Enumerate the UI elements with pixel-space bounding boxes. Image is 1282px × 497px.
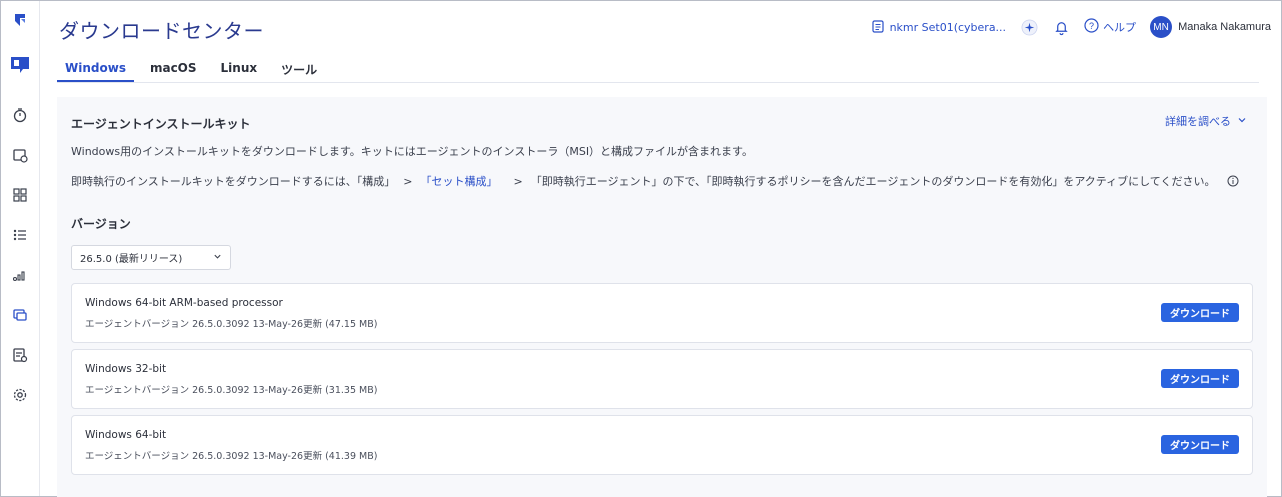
kit-description: Windows用のインストールキットをダウンロードします。キットにはエージェント…: [71, 145, 753, 158]
info-icon[interactable]: [1227, 175, 1239, 187]
clipboard-icon: [871, 19, 885, 36]
download-card: Windows 32-bit エージェントバージョン 26.5.0.3092 1…: [71, 349, 1253, 409]
timer-icon[interactable]: [11, 106, 29, 124]
gear-icon[interactable]: [11, 386, 29, 404]
tab-macos[interactable]: macOS: [142, 57, 205, 82]
chevron-down-icon: [213, 252, 222, 264]
avatar: MN: [1150, 16, 1173, 38]
version-label: バージョン: [71, 217, 131, 231]
set-config-link[interactable]: 「セット構成」: [421, 173, 498, 189]
help-icon: ?: [1084, 18, 1099, 36]
tab-linux[interactable]: Linux: [213, 57, 266, 82]
list-icon[interactable]: [11, 226, 29, 244]
download-title: Windows 64-bit: [85, 429, 167, 441]
download-card: Windows 64-bit エージェントバージョン 26.5.0.3092 1…: [71, 415, 1253, 475]
download-button[interactable]: ダウンロード: [1161, 303, 1239, 322]
devices-icon[interactable]: [11, 306, 29, 324]
user-name: Manaka Nakamura: [1178, 21, 1271, 33]
user-menu[interactable]: MN Manaka Nakamura: [1150, 16, 1271, 38]
kit-note: 即時執行のインストールキットをダウンロードするには、「構成」 > 「セット構成」…: [71, 173, 1239, 189]
ai-sparkle-icon[interactable]: [1020, 18, 1038, 36]
org-selector[interactable]: nkmr Set01(cybera...: [871, 19, 1007, 36]
learn-more-link[interactable]: 詳細を調べる: [1165, 113, 1247, 129]
download-title: Windows 32-bit: [85, 363, 167, 375]
note-prefix: 即時執行のインストールキットをダウンロードするには、「構成」: [71, 175, 396, 188]
download-button[interactable]: ダウンロード: [1161, 369, 1239, 388]
os-tabs: Windows macOS Linux ツール: [57, 57, 1259, 83]
download-title: Windows 64-bit ARM-based processor: [85, 297, 283, 309]
note-suffix: 「即時執行エージェント」の下で、「即時執行するポリシーを含んだエージェントのダウ…: [530, 175, 1216, 188]
logo-icon[interactable]: [11, 11, 29, 29]
dashboard-icon[interactable]: [7, 51, 33, 77]
page-title: ダウンロードセンター: [59, 19, 264, 43]
download-detail: エージェントバージョン 26.5.0.3092 13-May-26更新 (31.…: [85, 385, 378, 396]
download-detail: エージェントバージョン 26.5.0.3092 13-May-26更新 (47.…: [85, 319, 378, 330]
note-separator: >: [403, 174, 413, 188]
chart-icon[interactable]: [11, 266, 29, 284]
bell-icon[interactable]: [1052, 18, 1070, 36]
apps-icon[interactable]: [11, 186, 29, 204]
top-toolbar: nkmr Set01(cybera... ? ヘルプ MN Manaka Nak…: [871, 14, 1271, 40]
download-card: Windows 64-bit ARM-based processor エージェン…: [71, 283, 1253, 343]
version-selected: 26.5.0 (最新リリース): [80, 254, 183, 265]
sidebar: [1, 1, 40, 496]
learn-more-label: 詳細を調べる: [1165, 115, 1231, 128]
note-separator: >: [513, 174, 523, 188]
help-label: ヘルプ: [1103, 21, 1137, 34]
help-button[interactable]: ? ヘルプ: [1084, 18, 1136, 36]
chevron-down-icon: [1237, 115, 1247, 128]
report-icon[interactable]: [11, 346, 29, 364]
tab-windows[interactable]: Windows: [57, 57, 134, 82]
download-detail: エージェントバージョン 26.5.0.3092 13-May-26更新 (41.…: [85, 451, 378, 462]
download-button[interactable]: ダウンロード: [1161, 435, 1239, 454]
calendar-check-icon[interactable]: [11, 146, 29, 164]
section-title: エージェントインストールキット: [71, 117, 251, 131]
version-select[interactable]: 26.5.0 (最新リリース): [71, 245, 231, 270]
svg-text:?: ?: [1089, 21, 1094, 31]
content-panel: エージェントインストールキット 詳細を調べる Windows用のインストールキッ…: [57, 97, 1267, 497]
tab-tools[interactable]: ツール: [273, 57, 325, 82]
org-name: nkmr Set01(cybera...: [889, 20, 1007, 34]
